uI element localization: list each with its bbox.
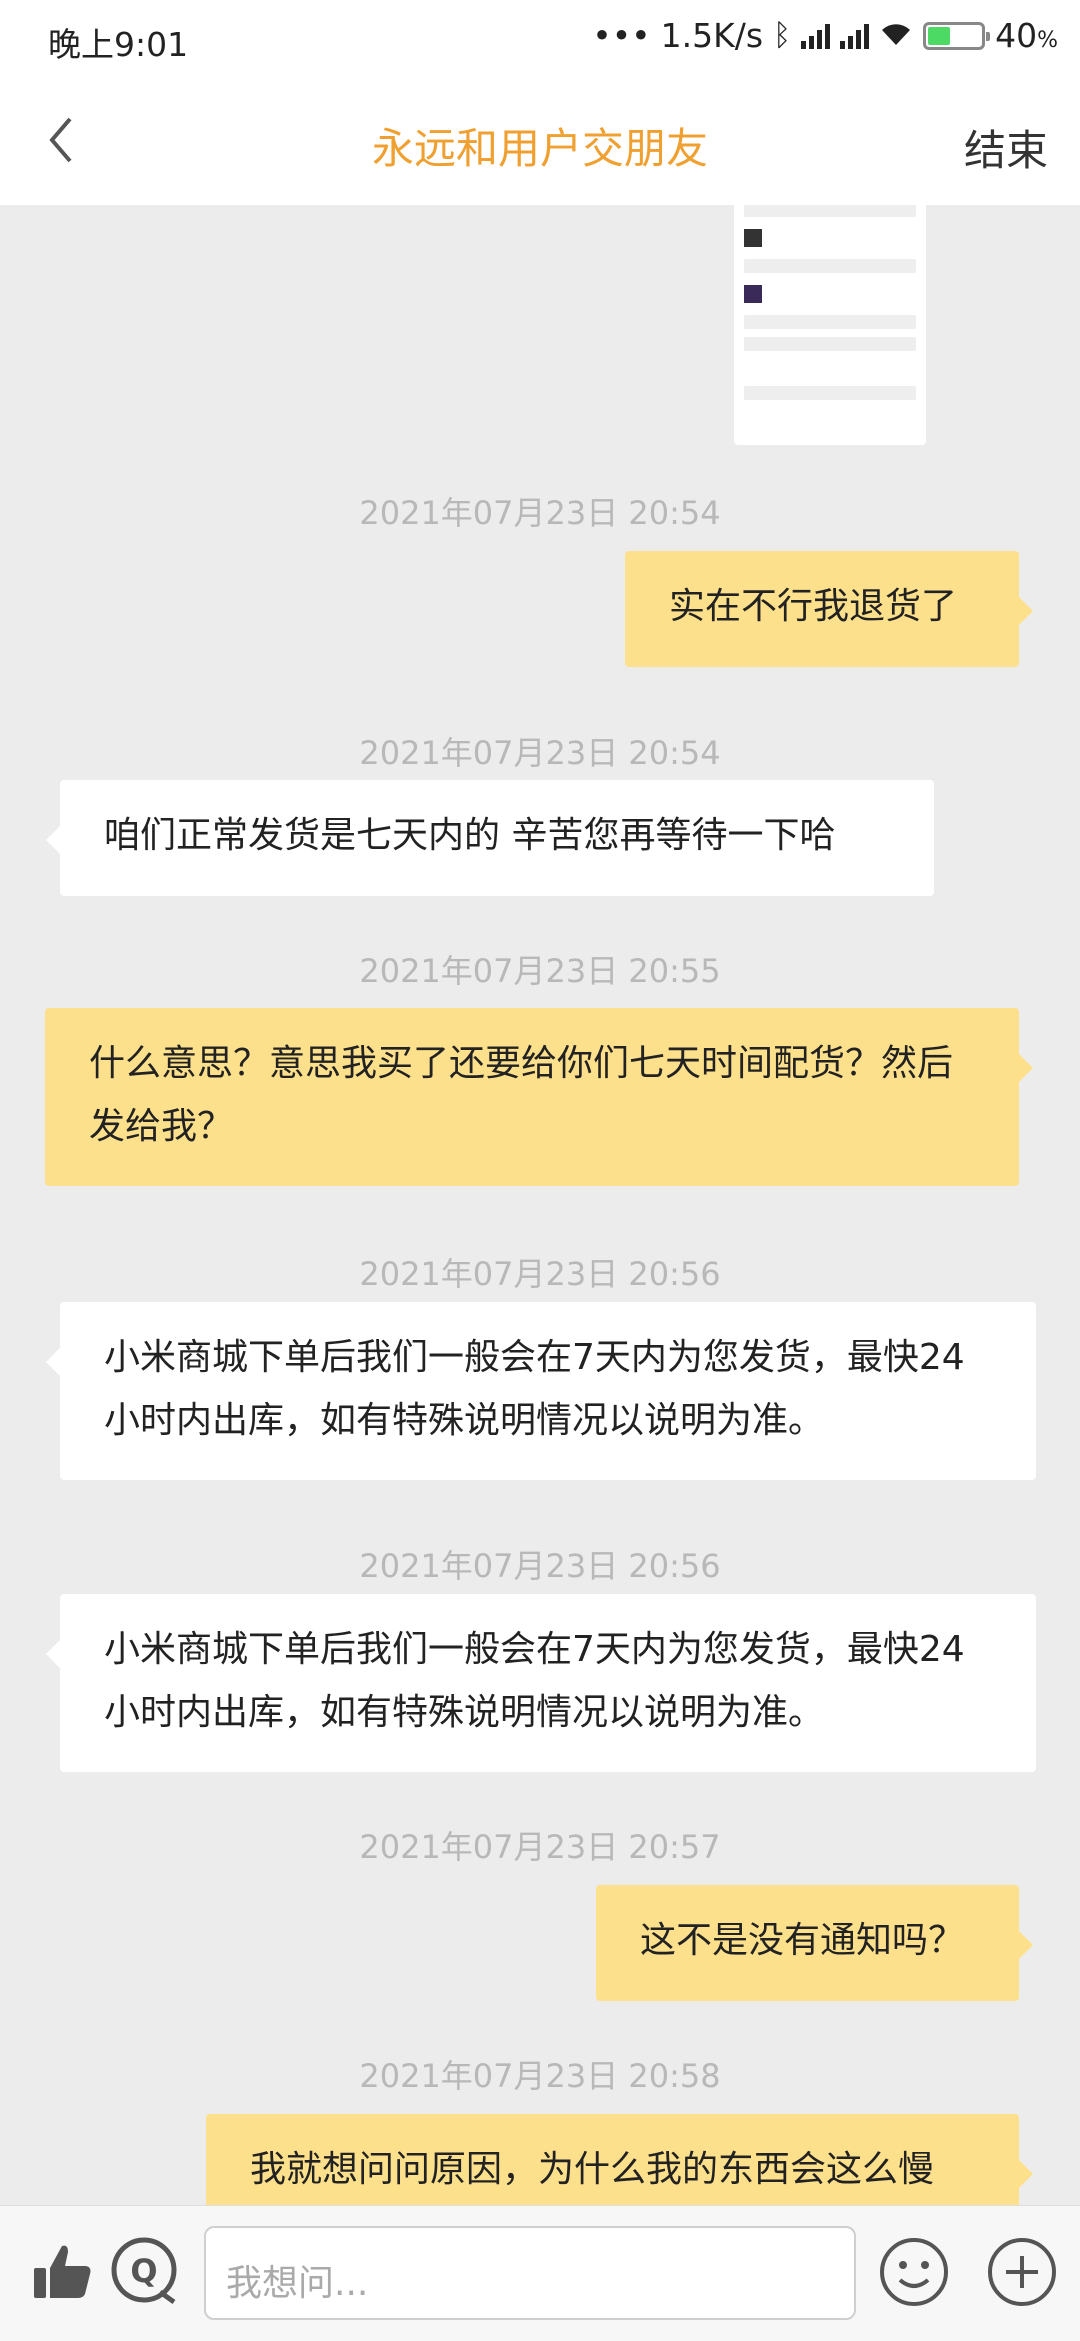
network-speed: 1.5K/s <box>660 16 764 55</box>
add-icon[interactable] <box>984 2234 1060 2310</box>
emoji-icon[interactable] <box>876 2234 952 2310</box>
status-bar: 晚上9:01 ••• 1.5K/s ᛒ 40% <box>0 0 1080 75</box>
battery-icon <box>923 21 991 50</box>
svg-text:Q: Q <box>130 2252 157 2290</box>
message-timestamp: 2021年07月23日 20:55 <box>359 952 721 990</box>
agent-message-bubble[interactable]: 小米商城下单后我们一般会在7天内为您发货，最快24小时内出库，如有特殊说明情况以… <box>46 1302 1036 1480</box>
battery-percent: 40% <box>995 16 1058 55</box>
question-icon[interactable]: Q <box>108 2234 184 2310</box>
status-time: 晚上9:01 <box>48 25 189 64</box>
thumbs-up-icon[interactable] <box>24 2234 100 2310</box>
message-timestamp: 2021年07月23日 20:58 <box>359 2057 721 2095</box>
signal-icon <box>840 23 870 49</box>
bluetooth-icon: ᛒ <box>773 18 792 53</box>
message-timestamp: 2021年07月23日 20:56 <box>359 1255 721 1293</box>
input-bar: Q 我想问... <box>0 2205 1080 2341</box>
my-message-bubble[interactable]: 我就想问问原因，为什么我的东西会这么慢 <box>206 2114 1033 2205</box>
agent-message-bubble[interactable]: 咱们正常发货是七天内的 辛苦您再等待一下哈 <box>46 780 934 896</box>
end-button[interactable]: 结束 <box>964 117 1048 178</box>
signal-icon <box>801 23 831 49</box>
message-timestamp: 2021年07月23日 20:54 <box>359 494 721 532</box>
nav-bar: 永远和用户交朋友 结束 <box>0 75 1080 205</box>
message-timestamp: 2021年07月23日 20:56 <box>359 1547 721 1585</box>
dots-icon: ••• <box>592 16 651 55</box>
my-message-bubble[interactable]: 什么意思？意思我买了还要给你们七天时间配货？然后发给我？ <box>45 1008 1033 1186</box>
page-title: 永远和用户交朋友 <box>371 124 708 173</box>
order-screenshot-image[interactable] <box>734 205 926 445</box>
message-timestamp: 2021年07月23日 20:54 <box>359 734 721 772</box>
status-icons: ••• 1.5K/s ᛒ 40% <box>592 16 1058 55</box>
wifi-icon <box>879 16 913 55</box>
message-input[interactable]: 我想问... <box>204 2226 856 2320</box>
message-timestamp: 2021年07月23日 20:57 <box>359 1828 721 1866</box>
my-message-bubble[interactable]: 实在不行我退货了 <box>625 551 1033 667</box>
chat-area[interactable]: 2021年07月23日 20:54 实在不行我退货了 2021年07月23日 2… <box>0 205 1080 2205</box>
my-message-bubble[interactable]: 这不是没有通知吗？ <box>596 1885 1033 2001</box>
agent-message-bubble[interactable]: 小米商城下单后我们一般会在7天内为您发货，最快24小时内出库，如有特殊说明情况以… <box>46 1594 1036 1772</box>
